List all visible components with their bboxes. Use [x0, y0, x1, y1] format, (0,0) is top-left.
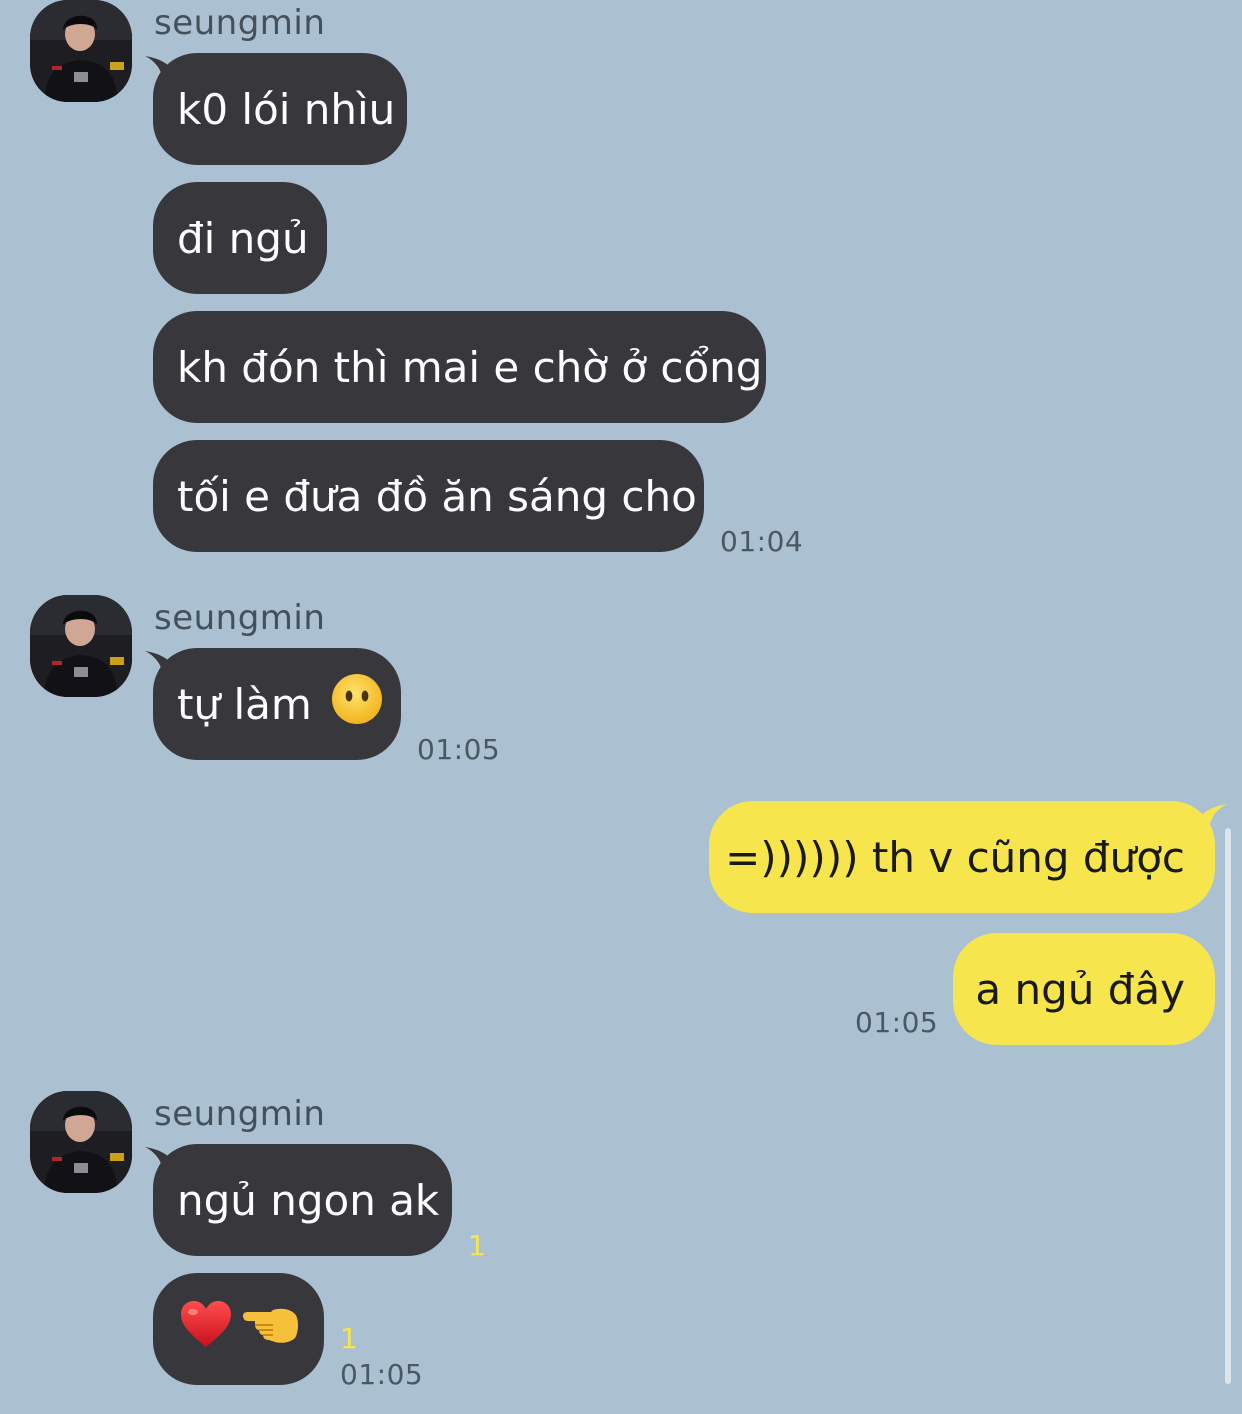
message-bubble[interactable]: ngủ ngon ak	[153, 1144, 452, 1256]
message-bubble[interactable]	[153, 1273, 324, 1385]
message-timestamp: 01:04	[720, 525, 804, 558]
message-text: đi ngủ	[177, 213, 309, 263]
message-text: k0 lói nhìu	[177, 84, 396, 134]
message-timestamp: 01:05	[340, 1358, 424, 1391]
profile-photo-icon	[30, 0, 132, 102]
message-text: ngủ ngon ak	[177, 1175, 440, 1225]
sender-name: seungmin	[154, 598, 326, 638]
message-text: a ngủ đây	[975, 964, 1185, 1014]
red-heart-icon	[179, 1299, 233, 1359]
sender-name: seungmin	[154, 3, 326, 43]
unread-count: 1	[468, 1229, 486, 1262]
message-text: kh đón thì mai e chờ ở cổng	[177, 342, 763, 392]
message-text: =)))))) th v cũng được	[725, 832, 1185, 882]
unread-count: 1	[340, 1322, 358, 1355]
message-bubble[interactable]: kh đón thì mai e chờ ở cổng	[153, 311, 766, 423]
message-text: tự làm	[177, 679, 312, 729]
message-bubble[interactable]: đi ngủ	[153, 182, 327, 294]
face-without-mouth-icon	[330, 672, 384, 736]
scrollbar[interactable]	[1225, 828, 1231, 1384]
message-bubble[interactable]: k0 lói nhìu	[153, 53, 407, 165]
message-timestamp: 01:05	[417, 733, 501, 766]
message-timestamp: 01:05	[855, 1006, 939, 1039]
sender-name: seungmin	[154, 1094, 326, 1134]
profile-photo-icon	[30, 595, 132, 697]
message-bubble[interactable]: a ngủ đây	[953, 933, 1215, 1045]
message-bubble[interactable]: tối e đưa đồ ăn sáng cho	[153, 440, 704, 552]
sender-avatar[interactable]	[30, 1091, 132, 1193]
sender-avatar[interactable]	[30, 0, 132, 102]
sender-avatar[interactable]	[30, 595, 132, 697]
profile-photo-icon	[30, 1091, 132, 1193]
message-bubble[interactable]: tự làm	[153, 648, 401, 760]
message-bubble[interactable]: =)))))) th v cũng được	[709, 801, 1215, 913]
backhand-index-pointing-left-icon	[239, 1302, 301, 1356]
message-text: tối e đưa đồ ăn sáng cho	[177, 471, 697, 521]
chat-view[interactable]: seungmin k0 lói nhìu đi ngủ kh đón thì m…	[0, 0, 1242, 1414]
